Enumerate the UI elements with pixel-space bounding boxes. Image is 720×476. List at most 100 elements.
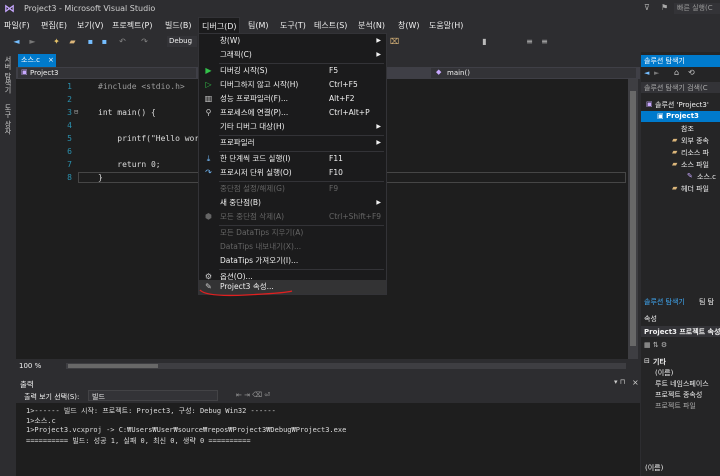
- property-row[interactable]: 루트 네임스페이스: [655, 379, 709, 389]
- title-bar: ⋈ Project3 - Microsoft Visual Studio ⊽ ⚑…: [0, 0, 720, 17]
- back-icon[interactable]: ◄: [644, 69, 649, 77]
- menu-window[interactable]: 창(W): [398, 20, 420, 31]
- back-icon[interactable]: ◄: [12, 37, 21, 46]
- solution-icon: ▣: [646, 100, 653, 108]
- toolbar-extra-icon[interactable]: ⌧: [390, 37, 399, 46]
- solution-bottom-tabs: 솔루션 탐색기 팀 탐: [641, 296, 720, 307]
- folder-icon: ▰: [672, 148, 678, 156]
- toolbox-tab[interactable]: 도구 상자: [3, 104, 13, 134]
- menu-item-new-breakpoint[interactable]: 새 중단점(B) ▶: [199, 196, 386, 210]
- new-project-icon[interactable]: ✦: [52, 37, 61, 46]
- menu-item-step-into[interactable]: ⤓ 한 단계씩 코드 실행(I) F11: [199, 152, 386, 166]
- save-all-icon[interactable]: ▪: [100, 37, 109, 46]
- menu-tools[interactable]: 도구(T): [280, 20, 306, 31]
- menu-item-import-datatips[interactable]: DataTips 가져오기(I)...: [199, 254, 386, 268]
- menu-file[interactable]: 파일(F): [4, 20, 30, 31]
- nav-project-dropdown[interactable]: Project3: [18, 68, 196, 78]
- menu-help[interactable]: 도움말(H): [429, 20, 463, 31]
- properties-toolbar-icons[interactable]: ▦ ⇅ ⚙: [644, 341, 667, 349]
- home-icon[interactable]: ⌂: [674, 68, 679, 77]
- output-text-area[interactable]: 1>------ 빌드 시작: 프로젝트: Project3, 구성: Debu…: [16, 403, 640, 476]
- tree-resources[interactable]: 리소스 파: [681, 148, 709, 158]
- scrollbar-thumb[interactable]: [630, 91, 636, 346]
- menu-analyze[interactable]: 분석(N): [358, 20, 385, 31]
- scrollbar-thumb[interactable]: [68, 364, 158, 368]
- tree-solution[interactable]: 솔루션 'Project3': [655, 100, 709, 110]
- tab-team[interactable]: 팀 탐: [699, 297, 714, 307]
- menu-team[interactable]: 팀(M): [248, 20, 269, 31]
- tab-solution-explorer[interactable]: 솔루션 탐색기: [644, 297, 685, 307]
- close-icon[interactable]: ×: [632, 378, 639, 387]
- menu-item-profiler[interactable]: 프로파일러 ▶: [199, 136, 386, 150]
- tree-references[interactable]: 참조: [681, 124, 694, 134]
- pin-icon[interactable]: ▾ ⊓: [614, 378, 625, 386]
- undo-icon[interactable]: ↶: [118, 37, 127, 46]
- editor-vertical-scrollbar[interactable]: [628, 79, 638, 359]
- breakpoints-icon: ⬢: [205, 212, 212, 221]
- property-row[interactable]: 프로젝트 종속성: [655, 390, 702, 400]
- zoom-level[interactable]: 100 %: [19, 362, 41, 370]
- menu-item-delete-breakpoints: ⬢ 모든 중단점 삭제(A) Ctrl+Shift+F9: [199, 210, 386, 224]
- nav-function-dropdown[interactable]: main(): [431, 68, 636, 78]
- redo-icon[interactable]: ↷: [140, 37, 149, 46]
- forward-icon[interactable]: ►: [654, 69, 659, 77]
- profiler-chart-icon: ▥: [204, 94, 213, 103]
- solution-explorer-toolbar: ◄ ► ⌂ ⟲: [641, 68, 720, 80]
- window-title: Project3 - Microsoft Visual Studio: [24, 4, 156, 13]
- bookmark-icon[interactable]: ▮: [480, 37, 489, 46]
- properties-object-selector[interactable]: Project3 프로젝트 속성: [641, 326, 720, 337]
- property-row[interactable]: 프로젝트 파일: [655, 401, 696, 411]
- play-outline-icon: ▷: [205, 80, 212, 89]
- tree-header-files[interactable]: 헤더 파일: [681, 184, 709, 194]
- solution-explorer-search[interactable]: 솔루션 탐색기 검색(C: [641, 82, 720, 93]
- menu-item-performance-profiler[interactable]: ▥ 성능 프로파일러(F)... Alt+F2: [199, 92, 386, 106]
- property-row[interactable]: (이름): [655, 368, 673, 378]
- menu-item-attach-process[interactable]: ⚲ 프로세스에 연결(P)... Ctrl+Alt+P: [199, 106, 386, 120]
- forward-icon[interactable]: ►: [28, 37, 37, 46]
- save-icon[interactable]: ▪: [86, 37, 95, 46]
- uncomment-icon[interactable]: ≡: [540, 37, 549, 46]
- menu-build[interactable]: 빌드(B): [165, 20, 191, 31]
- config-dropdown[interactable]: Debug: [167, 36, 197, 47]
- menu-edit[interactable]: 편집(E): [41, 20, 67, 31]
- annotation-stroke: [199, 289, 293, 297]
- sync-icon[interactable]: ⟲: [688, 68, 695, 77]
- filter-icon[interactable]: ⊽: [644, 3, 650, 12]
- properties-category[interactable]: 기타: [653, 357, 666, 367]
- line-number: 6: [67, 147, 72, 156]
- menu-debug[interactable]: 디버그(D): [198, 17, 241, 34]
- collapse-icon[interactable]: ⊟: [644, 357, 650, 365]
- menu-project[interactable]: 프로젝트(P): [112, 20, 153, 31]
- open-icon[interactable]: ▰: [68, 37, 77, 46]
- menu-item-step-over[interactable]: ↷ 프로시저 단위 실행(O) F10: [199, 166, 386, 180]
- tree-source-files[interactable]: 소스 파일: [681, 160, 709, 170]
- server-explorer-tab[interactable]: 서버 탐색기: [3, 56, 13, 93]
- solution-explorer-title: 솔루션 탐색기: [641, 55, 720, 67]
- function-icon: ◆: [436, 68, 442, 76]
- menu-item-other-targets[interactable]: 기타 디버그 대상(H) ▶: [199, 120, 386, 134]
- notification-icon[interactable]: ⚑: [661, 3, 668, 12]
- menu-item-windows[interactable]: 창(W) ▶: [199, 34, 386, 48]
- menu-bar: 파일(F) 편집(E) 보기(V) 프로젝트(P) 빌드(B) 디버그(D) 팀…: [0, 17, 720, 34]
- output-line: 1>Project3.vcxproj -> C:₩Users₩User₩sour…: [26, 426, 347, 434]
- comment-icon[interactable]: ≡: [525, 37, 534, 46]
- collapse-icon[interactable]: ⊟: [74, 108, 78, 116]
- folder-icon: ▰: [672, 184, 678, 192]
- tree-external[interactable]: 외부 종속: [681, 136, 709, 146]
- menu-item-graphics[interactable]: 그래픽(C) ▶: [199, 48, 386, 62]
- folder-icon: ▰: [672, 160, 678, 168]
- attach-icon: ⚲: [205, 108, 212, 117]
- tree-project[interactable]: Project3: [666, 112, 699, 120]
- menu-item-start-without-debugging[interactable]: ▷ 디버그하지 않고 시작(H) Ctrl+F5: [199, 78, 386, 92]
- menu-item-start-debugging[interactable]: ▶ 디버깅 시작(S) F5: [199, 64, 386, 78]
- output-source-dropdown[interactable]: 빌드: [88, 390, 218, 401]
- menu-test[interactable]: 테스트(S): [314, 20, 347, 31]
- output-tool-icons[interactable]: ⇤ ⇥ ⌫ ⏎: [236, 391, 270, 399]
- horizontal-scrollbar[interactable]: [66, 363, 626, 369]
- tab-close-icon[interactable]: ×: [48, 56, 54, 64]
- properties-footer: (이름): [645, 464, 664, 472]
- menu-item-export-datatips: DataTips 내보내기(X)...: [220, 242, 302, 251]
- tree-source-c[interactable]: 소스.c: [697, 172, 716, 182]
- quick-launch-input[interactable]: 빠른 실행(C: [674, 3, 720, 14]
- menu-view[interactable]: 보기(V): [77, 20, 103, 31]
